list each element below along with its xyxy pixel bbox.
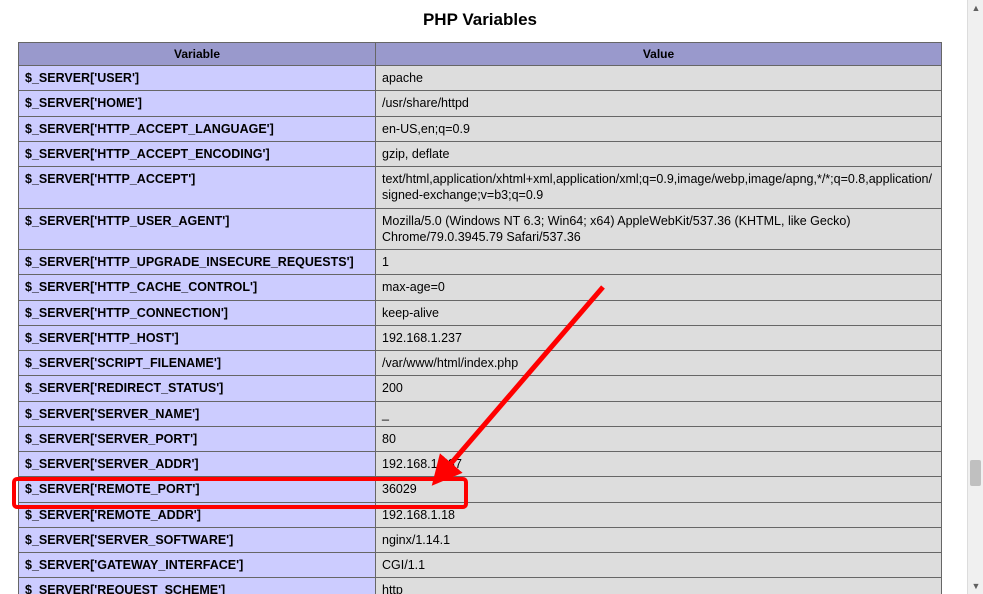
variable-name: $_SERVER['HTTP_ACCEPT_LANGUAGE'] — [19, 116, 376, 141]
scrollbar-thumb[interactable] — [970, 460, 981, 486]
table-row: $_SERVER['REDIRECT_STATUS']200 — [19, 376, 942, 401]
variable-value: /var/www/html/index.php — [376, 351, 942, 376]
table-row: $_SERVER['HTTP_CONNECTION']keep-alive — [19, 300, 942, 325]
table-row: $_SERVER['SERVER_SOFTWARE']nginx/1.14.1 — [19, 527, 942, 552]
variable-value: gzip, deflate — [376, 141, 942, 166]
variable-value: 200 — [376, 376, 942, 401]
variable-value: text/html,application/xhtml+xml,applicat… — [376, 167, 942, 209]
scrollbar-up-icon[interactable]: ▲ — [968, 0, 983, 16]
table-row: $_SERVER['HTTP_USER_AGENT']Mozilla/5.0 (… — [19, 208, 942, 250]
table-row: $_SERVER['HTTP_ACCEPT_ENCODING']gzip, de… — [19, 141, 942, 166]
table-row: $_SERVER['SCRIPT_FILENAME']/var/www/html… — [19, 351, 942, 376]
variable-name: $_SERVER['HTTP_CONNECTION'] — [19, 300, 376, 325]
table-row: $_SERVER['USER']apache — [19, 66, 942, 91]
php-variables-table: Variable Value $_SERVER['USER']apache$_S… — [18, 42, 942, 594]
variable-name: $_SERVER['SCRIPT_FILENAME'] — [19, 351, 376, 376]
variable-name: $_SERVER['REMOTE_PORT'] — [19, 477, 376, 502]
table-row: $_SERVER['REMOTE_ADDR']192.168.1.18 — [19, 502, 942, 527]
variable-value: max-age=0 — [376, 275, 942, 300]
variable-name: $_SERVER['REMOTE_ADDR'] — [19, 502, 376, 527]
variable-value: nginx/1.14.1 — [376, 527, 942, 552]
variable-name: $_SERVER['HTTP_CACHE_CONTROL'] — [19, 275, 376, 300]
table-row: $_SERVER['HTTP_ACCEPT']text/html,applica… — [19, 167, 942, 209]
variable-name: $_SERVER['SERVER_SOFTWARE'] — [19, 527, 376, 552]
variable-name: $_SERVER['SERVER_NAME'] — [19, 401, 376, 426]
table-header-row: Variable Value — [19, 43, 942, 66]
table-row: $_SERVER['HTTP_HOST']192.168.1.237 — [19, 325, 942, 350]
page-title: PHP Variables — [18, 0, 942, 42]
variable-value: Mozilla/5.0 (Windows NT 6.3; Win64; x64)… — [376, 208, 942, 250]
table-row: $_SERVER['HTTP_CACHE_CONTROL']max-age=0 — [19, 275, 942, 300]
header-value: Value — [376, 43, 942, 66]
variable-name: $_SERVER['USER'] — [19, 66, 376, 91]
table-row: $_SERVER['HTTP_UPGRADE_INSECURE_REQUESTS… — [19, 250, 942, 275]
variable-name: $_SERVER['SERVER_PORT'] — [19, 426, 376, 451]
table-row: $_SERVER['HOME']/usr/share/httpd — [19, 91, 942, 116]
scrollbar-down-icon[interactable]: ▼ — [968, 578, 983, 594]
variable-value: 80 — [376, 426, 942, 451]
variable-name: $_SERVER['HOME'] — [19, 91, 376, 116]
variable-name: $_SERVER['REQUEST_SCHEME'] — [19, 578, 376, 594]
header-variable: Variable — [19, 43, 376, 66]
variable-name: $_SERVER['HTTP_ACCEPT'] — [19, 167, 376, 209]
variable-value: 192.168.1.237 — [376, 452, 942, 477]
variable-value: CGI/1.1 — [376, 553, 942, 578]
variable-name: $_SERVER['GATEWAY_INTERFACE'] — [19, 553, 376, 578]
variable-name: $_SERVER['HTTP_UPGRADE_INSECURE_REQUESTS… — [19, 250, 376, 275]
variable-value: 36029 — [376, 477, 942, 502]
table-row: $_SERVER['HTTP_ACCEPT_LANGUAGE']en-US,en… — [19, 116, 942, 141]
variable-name: $_SERVER['HTTP_USER_AGENT'] — [19, 208, 376, 250]
variable-value: keep-alive — [376, 300, 942, 325]
variable-value: 192.168.1.237 — [376, 325, 942, 350]
variable-value: 1 — [376, 250, 942, 275]
table-row: $_SERVER['SERVER_ADDR']192.168.1.237 — [19, 452, 942, 477]
variable-value: apache — [376, 66, 942, 91]
table-row: $_SERVER['SERVER_NAME']_ — [19, 401, 942, 426]
variable-name: $_SERVER['SERVER_ADDR'] — [19, 452, 376, 477]
variable-name: $_SERVER['REDIRECT_STATUS'] — [19, 376, 376, 401]
variable-value: 192.168.1.18 — [376, 502, 942, 527]
variable-value: /usr/share/httpd — [376, 91, 942, 116]
scrollbar-track[interactable]: ▲ ▼ — [967, 0, 983, 594]
variable-value: _ — [376, 401, 942, 426]
table-row: $_SERVER['SERVER_PORT']80 — [19, 426, 942, 451]
variable-name: $_SERVER['HTTP_HOST'] — [19, 325, 376, 350]
table-row: $_SERVER['REMOTE_PORT']36029 — [19, 477, 942, 502]
table-row: $_SERVER['REQUEST_SCHEME']http — [19, 578, 942, 594]
table-row: $_SERVER['GATEWAY_INTERFACE']CGI/1.1 — [19, 553, 942, 578]
variable-value: en-US,en;q=0.9 — [376, 116, 942, 141]
content-area: PHP Variables Variable Value $_SERVER['U… — [0, 0, 960, 594]
variable-value: http — [376, 578, 942, 594]
variable-name: $_SERVER['HTTP_ACCEPT_ENCODING'] — [19, 141, 376, 166]
